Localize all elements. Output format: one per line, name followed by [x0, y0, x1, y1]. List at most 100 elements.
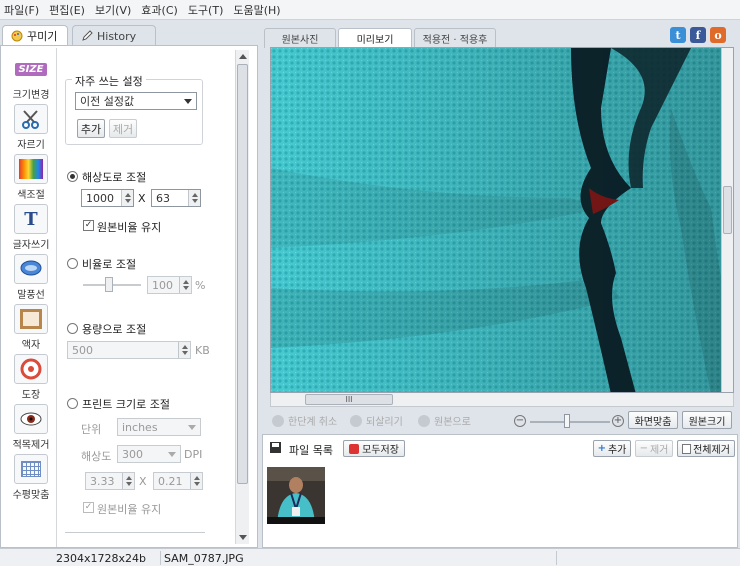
- preview-vscroll-thumb[interactable]: [723, 186, 732, 234]
- tool-color[interactable]: 색조절: [7, 154, 55, 202]
- capacity-spinner[interactable]: [178, 342, 190, 358]
- zoom-out-icon[interactable]: −: [514, 415, 526, 427]
- preset-select[interactable]: 이전 설정값: [75, 92, 197, 110]
- preset-remove-button[interactable]: 제거: [109, 119, 137, 138]
- text-icon: T: [14, 204, 48, 234]
- tool-bubble[interactable]: 말풍선: [7, 254, 55, 302]
- revert-icon: [418, 414, 430, 427]
- ratio-spinner[interactable]: [179, 277, 191, 293]
- height-spinner[interactable]: [188, 190, 200, 206]
- image-preview[interactable]: [270, 47, 734, 393]
- menu-help[interactable]: 도움말(H): [233, 2, 280, 18]
- tool-stamp[interactable]: 도장: [7, 354, 55, 402]
- tab-before-after[interactable]: 적용전 · 적용후: [414, 28, 496, 48]
- dpi-select-value: 300: [122, 447, 143, 461]
- actual-size-button[interactable]: 원본크기: [682, 411, 732, 429]
- keep-ratio-checkbox[interactable]: ✓: [83, 220, 94, 231]
- resize-settings: 자주 쓰는 설정 이전 설정값 추가 제거 해상도로 조절 1000 X 63 …: [59, 48, 233, 547]
- download-icon: [349, 443, 360, 454]
- share-icon[interactable]: o: [710, 27, 726, 43]
- preset-add-button[interactable]: 추가: [77, 119, 105, 138]
- tool-level-label: 수평맞춤: [12, 490, 50, 501]
- capacity-radio[interactable]: [67, 323, 78, 334]
- print-keep-ratio-label: 원본비율 유지: [97, 503, 162, 516]
- ratio-value: 100: [152, 278, 173, 292]
- zoom-slider-thumb[interactable]: [564, 414, 570, 428]
- add-file-button[interactable]: + 추가: [593, 440, 631, 457]
- undo-button[interactable]: 한단계 취소: [272, 413, 337, 428]
- facebook-icon[interactable]: f: [690, 27, 706, 43]
- print-keep-ratio-checkbox[interactable]: ✓: [83, 502, 94, 513]
- tool-redeye[interactable]: 적목제거: [7, 404, 55, 452]
- scroll-up-icon[interactable]: [239, 54, 247, 59]
- twitter-icon-glyph: t: [675, 28, 681, 42]
- zoom-slider-track[interactable]: [530, 421, 610, 423]
- tool-column: SIZE 크기변경 자르기 색조절 T 글자쓰기 말풍선 액자 도장 적목제거 …: [3, 48, 57, 547]
- menu-tools[interactable]: 도구(T): [188, 2, 224, 18]
- preview-hscroll[interactable]: III: [270, 393, 734, 407]
- scroll-down-icon[interactable]: [239, 535, 247, 540]
- stamp-icon: [14, 354, 48, 384]
- height-input[interactable]: 63: [151, 189, 201, 207]
- left-panel: SIZE 크기변경 자르기 색조절 T 글자쓰기 말풍선 액자 도장 적목제거 …: [0, 45, 258, 548]
- tool-resize[interactable]: SIZE 크기변경: [7, 54, 55, 102]
- dpi-select[interactable]: 300: [117, 445, 181, 463]
- width-input[interactable]: 1000: [81, 189, 134, 207]
- fit-screen-button[interactable]: 화면맞춤: [628, 411, 678, 429]
- size-icon: SIZE: [14, 54, 48, 84]
- width-spinner[interactable]: [121, 190, 133, 206]
- tab-decorate[interactable]: 꾸미기: [2, 25, 68, 46]
- twitter-icon[interactable]: t: [670, 27, 686, 43]
- remove-file-button[interactable]: − 제거: [635, 440, 673, 457]
- tool-level[interactable]: 수평맞춤: [7, 454, 55, 502]
- chevron-down-icon: [168, 452, 176, 457]
- print-width-input[interactable]: 3.33: [85, 472, 135, 490]
- print-height-spinner[interactable]: [190, 473, 202, 489]
- print-height-value: 0.21: [158, 474, 183, 488]
- ratio-input[interactable]: 100: [147, 276, 192, 294]
- left-panel-scrollbar[interactable]: [235, 50, 249, 544]
- unit-label: 단위: [81, 423, 102, 436]
- zoom-in-icon[interactable]: +: [612, 415, 624, 427]
- scrollbar-thumb[interactable]: [237, 64, 248, 484]
- unit-select[interactable]: inches: [117, 418, 201, 436]
- tool-frame[interactable]: 액자: [7, 304, 55, 352]
- ratio-unit: %: [195, 279, 206, 292]
- capacity-input[interactable]: 500: [67, 341, 191, 359]
- tab-history[interactable]: History: [72, 25, 156, 46]
- ratio-radio[interactable]: [67, 258, 78, 269]
- tab-preview[interactable]: 미리보기: [338, 28, 412, 48]
- tool-bubble-label: 말풍선: [17, 290, 45, 301]
- save-all-button[interactable]: 모두저장: [343, 440, 405, 457]
- ratio-slider-thumb[interactable]: [105, 277, 113, 292]
- view-tab-bar: 원본사진 미리보기 적용전 · 적용후 t f o: [262, 25, 738, 48]
- revert-button[interactable]: 원본으로: [418, 413, 471, 428]
- tab-history-label: History: [97, 29, 137, 43]
- redo-button[interactable]: 되살리기: [350, 413, 403, 428]
- tab-original[interactable]: 원본사진: [264, 28, 336, 48]
- preview-hscroll-thumb[interactable]: III: [305, 394, 393, 405]
- menu-effects[interactable]: 효과(C): [141, 2, 178, 18]
- print-width-spinner[interactable]: [122, 473, 134, 489]
- ratio-label: 비율로 조절: [82, 258, 137, 271]
- remove-all-button[interactable]: 전체제거: [677, 440, 735, 457]
- remove-all-label: 전체제거: [693, 445, 730, 456]
- tool-text[interactable]: T 글자쓰기: [7, 204, 55, 252]
- status-divider: [160, 551, 161, 565]
- app-window: 파일(F) 편집(E) 보기(V) 효과(C) 도구(T) 도움말(H) 꾸미기…: [0, 0, 740, 566]
- menu-edit[interactable]: 편집(E): [49, 2, 85, 18]
- menu-file[interactable]: 파일(F): [4, 2, 39, 18]
- tool-crop[interactable]: 자르기: [7, 104, 55, 152]
- undo-icon: [272, 414, 284, 427]
- resolution-radio[interactable]: [67, 171, 78, 182]
- palette-icon: [11, 30, 23, 42]
- status-filename: SAM_0787.JPG: [164, 552, 244, 565]
- preview-vscroll[interactable]: [721, 48, 733, 392]
- capacity-value: 500: [72, 343, 93, 357]
- pencil-icon: [82, 30, 93, 41]
- print-height-input[interactable]: 0.21: [153, 472, 203, 490]
- unit-select-value: inches: [122, 420, 158, 434]
- print-radio[interactable]: [67, 398, 78, 409]
- file-thumbnail[interactable]: [267, 467, 325, 524]
- menu-view[interactable]: 보기(V): [95, 2, 131, 18]
